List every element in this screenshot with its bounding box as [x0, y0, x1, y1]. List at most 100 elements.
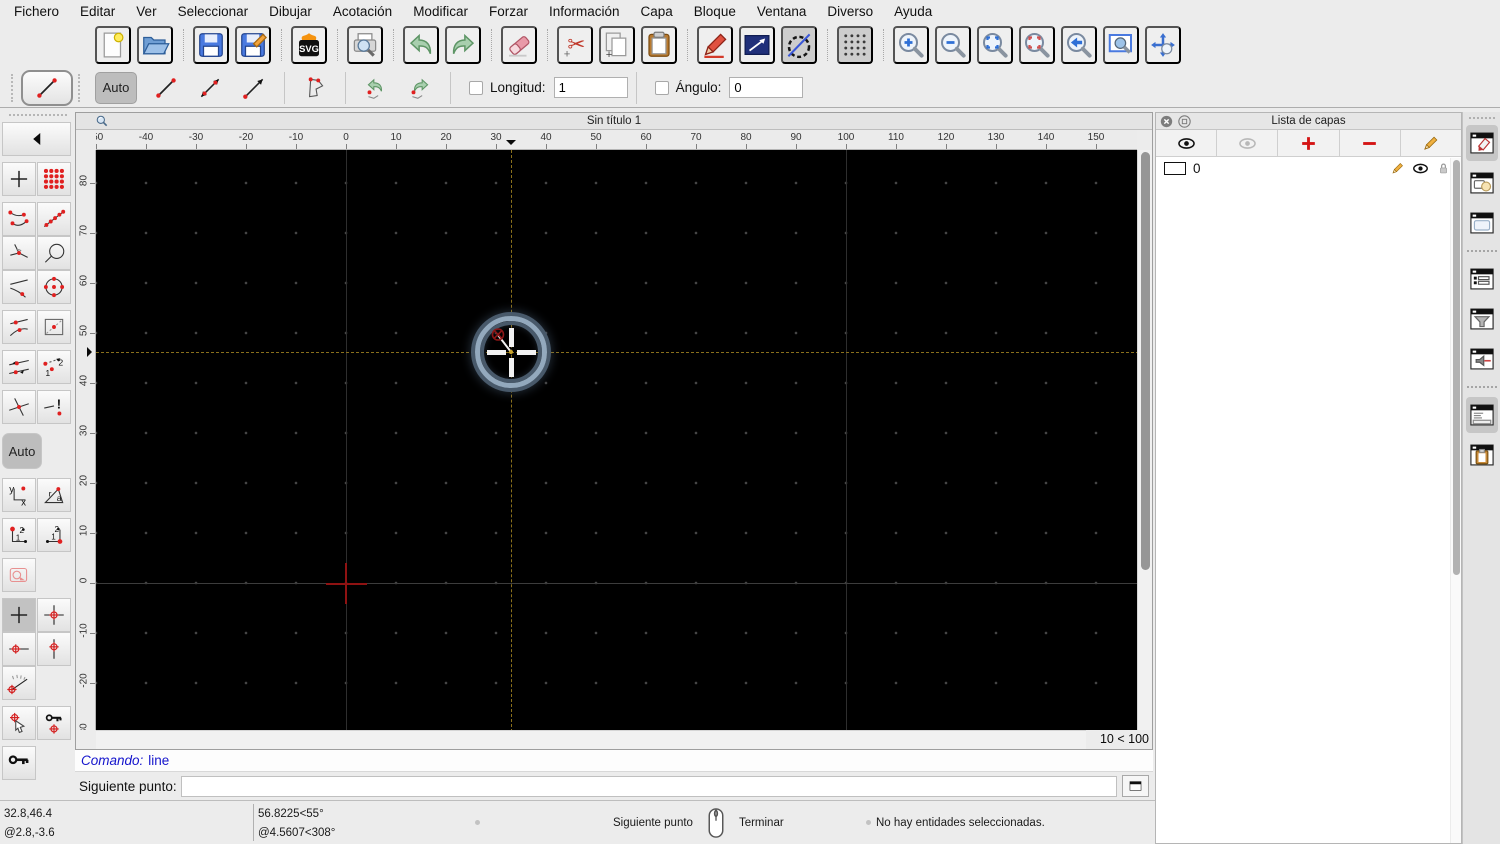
zoom-previous-button[interactable] — [1019, 26, 1055, 64]
dock-drag-handle[interactable] — [1468, 117, 1495, 119]
entity-list-widget-button[interactable] — [1466, 261, 1498, 297]
panel-undock-button[interactable] — [1178, 115, 1191, 128]
paste-button[interactable] — [641, 26, 677, 64]
snap-auto-button[interactable]: Auto — [2, 433, 42, 469]
command-input[interactable] — [180, 775, 1117, 797]
remove-layer-button[interactable] — [1340, 130, 1401, 156]
edit-layer-button[interactable] — [1401, 130, 1461, 156]
notification-widget-button[interactable] — [1466, 341, 1498, 377]
menu-capa[interactable]: Capa — [641, 4, 673, 19]
collapse-sidebar-button[interactable] — [2, 122, 71, 156]
snap-relative-zero-button[interactable] — [37, 598, 71, 632]
pick-coordinate-button[interactable] — [2, 706, 36, 740]
layer-visibility-eye-icon[interactable] — [1412, 160, 1429, 177]
layer-row[interactable]: 0 — [1156, 157, 1461, 180]
snap-center-button[interactable] — [37, 270, 71, 304]
block-list-widget-button[interactable] — [1466, 165, 1498, 201]
line-both-arrows-button[interactable] — [188, 70, 232, 106]
menu-ayuda[interactable]: Ayuda — [894, 4, 932, 19]
zoom-auto-button[interactable] — [977, 26, 1013, 64]
add-layer-button[interactable] — [1278, 130, 1340, 156]
snap-distance-button[interactable]: 21 — [37, 350, 71, 384]
menu-ventana[interactable]: Ventana — [757, 4, 807, 19]
line-two-points-button[interactable] — [144, 70, 188, 106]
menu-dibujar[interactable]: Dibujar — [269, 4, 312, 19]
restrict-parallel-button[interactable] — [2, 350, 36, 384]
menu-modificar[interactable]: Modificar — [413, 4, 468, 19]
toolbar-drag-handle[interactable] — [11, 73, 16, 102]
snap-middle-button[interactable] — [37, 310, 71, 344]
line-tool-current-button[interactable] — [21, 69, 73, 106]
snap-grid-button[interactable] — [37, 162, 71, 196]
restrict-nothing-button[interactable]: ! — [37, 390, 71, 424]
menu-ver[interactable]: Ver — [136, 4, 156, 19]
library-browser-widget-button[interactable] — [1466, 205, 1498, 241]
draw-circle-button[interactable] — [781, 26, 817, 64]
canvas-horizontal-scrollbar[interactable] — [96, 730, 1086, 749]
draw-pen-button[interactable] — [697, 26, 733, 64]
snap-perpendicular-button[interactable] — [2, 236, 36, 270]
command-line-widget-button[interactable] — [1465, 397, 1498, 433]
grid-toggle-button[interactable] — [837, 26, 873, 64]
menu-informacion[interactable]: Información — [549, 4, 620, 19]
line-attributes-button[interactable] — [739, 26, 775, 64]
canvas-vertical-scrollbar[interactable] — [1137, 150, 1152, 730]
snap-free-button[interactable] — [2, 162, 36, 196]
zoom-out-button[interactable] — [935, 26, 971, 64]
restrict-horizontal-button[interactable] — [2, 632, 36, 666]
layer-lock-icon[interactable] — [1436, 161, 1451, 176]
menu-diverso[interactable]: Diverso — [827, 4, 873, 19]
drawing-canvas[interactable] — [96, 150, 1139, 732]
zoom-back-button[interactable] — [1061, 26, 1097, 64]
snap-intersection-button[interactable] — [2, 390, 36, 424]
line-arrow-end-button[interactable] — [232, 70, 276, 106]
snap-reference-button[interactable] — [37, 236, 71, 270]
svg-export-button[interactable]: SVG — [291, 26, 327, 64]
coordinates-polar-button[interactable]: ra — [37, 478, 71, 512]
angle-gauge-button[interactable] — [2, 666, 36, 700]
polyline-close-button[interactable] — [293, 70, 337, 106]
show-all-layers-button[interactable] — [1156, 130, 1218, 156]
hide-all-layers-button[interactable] — [1217, 130, 1279, 156]
eraser-button[interactable] — [501, 26, 537, 64]
panel-close-button[interactable] — [1160, 115, 1173, 128]
cut-button[interactable]: ✂ + — [557, 26, 593, 64]
layer-list-widget-button[interactable] — [1465, 125, 1498, 161]
vertical-scrollbar-thumb[interactable] — [1140, 152, 1150, 570]
undo-button[interactable] — [403, 26, 439, 64]
longitud-checkbox[interactable] — [469, 80, 483, 95]
snap-on-entity-button[interactable] — [37, 202, 71, 236]
set-relative-zero-button[interactable] — [2, 598, 36, 632]
save-as-button[interactable] — [235, 26, 271, 64]
layers-scrollbar-thumb[interactable] — [1452, 160, 1460, 575]
menu-seleccionar[interactable]: Seleccionar — [178, 4, 249, 19]
relative-zero-2-button[interactable]: 12 — [37, 518, 71, 552]
layers-panel-titlebar[interactable]: Lista de capas — [1156, 113, 1461, 130]
angulo-input[interactable] — [729, 77, 804, 98]
zoom-in-button[interactable] — [893, 26, 929, 64]
sidebar-drag-handle[interactable] — [8, 114, 67, 116]
document-titlebar[interactable]: Sin título 1 — [76, 113, 1152, 130]
menu-forzar[interactable]: Forzar — [489, 4, 528, 19]
selection-filter-widget-button[interactable] — [1466, 301, 1498, 337]
menu-editar[interactable]: Editar — [80, 4, 115, 19]
print-preview-button[interactable] — [347, 26, 383, 64]
snap-nearest-button[interactable] — [2, 270, 36, 304]
redo-sequence-button[interactable] — [398, 70, 442, 106]
new-file-button[interactable] — [95, 26, 131, 64]
toolbar-drag-handle[interactable] — [78, 73, 83, 102]
copy-button[interactable]: + — [599, 26, 635, 64]
layer-name[interactable]: 0 — [1193, 161, 1383, 176]
unlock-relative-zero-button[interactable] — [2, 746, 36, 780]
snap-endpoint-button[interactable] — [2, 202, 36, 236]
menu-acotacion[interactable]: Acotación — [333, 4, 392, 19]
coordinates-cartesian-button[interactable]: yx — [2, 478, 36, 512]
restrict-vertical-button[interactable] — [37, 632, 71, 666]
zoom-window-button[interactable] — [1103, 26, 1139, 64]
snap-tangent-button[interactable] — [2, 310, 36, 344]
lock-relative-zero-button[interactable] — [37, 706, 71, 740]
layer-color-swatch[interactable] — [1164, 162, 1186, 175]
auto-snap-button[interactable]: Auto — [95, 71, 137, 104]
zoom-pan-button[interactable] — [1145, 26, 1181, 64]
undo-sequence-button[interactable] — [354, 70, 398, 106]
